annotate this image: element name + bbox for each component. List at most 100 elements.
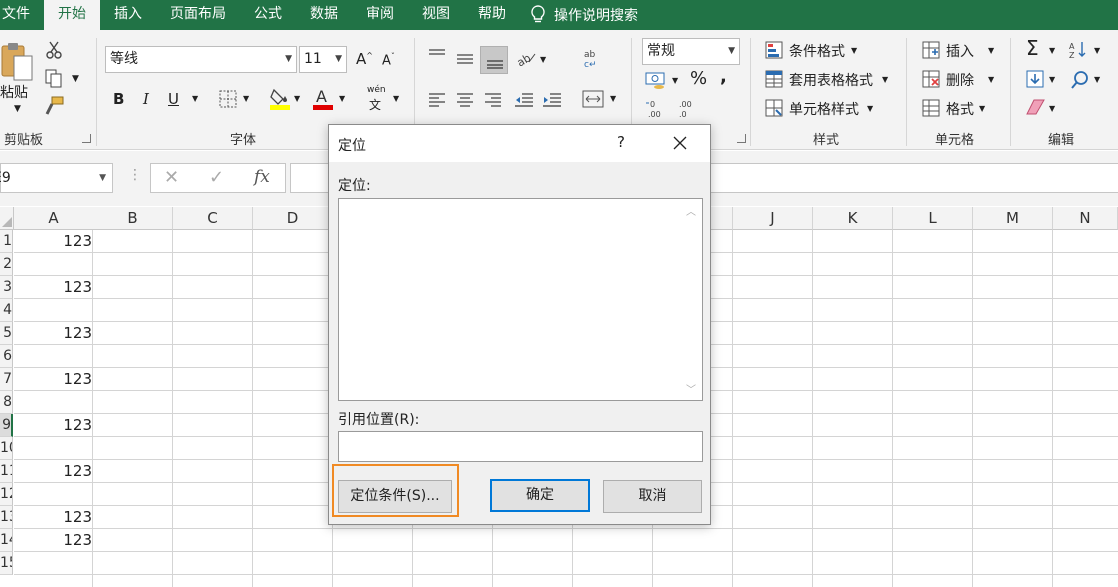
accounting-format-icon[interactable] [645,70,667,90]
cell-styles-dropdown-icon[interactable]: ▼ [867,104,873,113]
align-bottom-button[interactable] [480,46,508,74]
row-header-6[interactable]: 6 [0,345,13,368]
insert-function-icon[interactable]: fx [254,167,270,187]
tab-help[interactable]: 帮助 [464,0,520,30]
row-header-1[interactable]: 1 [0,230,13,253]
sort-filter-icon[interactable]: AZ [1068,40,1090,60]
paste-icon[interactable] [0,40,34,82]
accounting-dropdown-icon[interactable]: ▼ [672,76,678,85]
paste-label[interactable]: 粘贴 [0,82,28,102]
delete-dropdown-icon[interactable]: ▼ [988,75,994,84]
fill-color-dropdown-icon[interactable]: ▼ [294,94,300,103]
format-cells-label[interactable]: 格式 [946,99,974,119]
italic-icon[interactable]: I [143,90,149,108]
conditional-formatting-icon[interactable] [765,41,783,59]
row-header-3[interactable]: 3 [0,276,13,299]
percent-icon[interactable]: % [690,68,707,89]
tell-me-search[interactable]: 操作说明搜索 [520,5,638,25]
cell-a5[interactable]: 123 [14,322,92,344]
row-header-14[interactable]: 14 [0,529,13,552]
table-format-dropdown-icon[interactable]: ▼ [882,75,888,84]
cell-a14[interactable]: 123 [14,529,92,551]
cell-a1[interactable]: 123 [14,230,92,252]
tab-view[interactable]: 视图 [408,0,464,30]
grow-font-icon[interactable]: A^ [356,50,373,68]
delete-cells-icon[interactable] [922,70,940,88]
row-header-11[interactable]: 11 [0,460,13,483]
cell-a9[interactable]: 123 [14,414,92,436]
cell-a7[interactable]: 123 [14,368,92,390]
format-as-table-icon[interactable] [765,70,783,88]
column-header-m[interactable]: M [973,207,1053,230]
paste-dropdown-icon[interactable]: ▼ [14,104,21,114]
align-middle-icon[interactable] [456,52,474,66]
row-header-4[interactable]: 4 [0,299,13,322]
column-header-l[interactable]: L [893,207,973,230]
number-format-select[interactable]: 常规 ▼ [642,38,740,65]
row-header-10[interactable]: 10 [0,437,13,460]
row-header-7[interactable]: 7 [0,368,13,391]
insert-dropdown-icon[interactable]: ▼ [988,46,994,55]
scroll-up-icon[interactable]: ︿ [686,203,696,218]
find-select-icon[interactable] [1070,70,1090,90]
goto-list[interactable]: ︿ ﹀ [338,198,703,401]
copy-icon[interactable] [44,68,64,88]
reference-input[interactable] [338,431,703,462]
format-as-table-label[interactable]: 套用表格格式 [789,70,873,90]
cancel-button[interactable]: 取消 [603,480,702,513]
underline-dropdown-icon[interactable]: ▼ [192,94,198,103]
column-header-k[interactable]: K [813,207,893,230]
font-size-select[interactable]: 11 ▼ [299,46,347,73]
fill-dropdown-icon[interactable]: ▼ [1049,75,1055,84]
delete-cells-label[interactable]: 删除 [946,70,974,90]
column-header-b[interactable]: B [93,207,173,230]
increase-decimal-icon[interactable]: 0.00 [645,98,667,120]
fill-down-icon[interactable] [1026,70,1044,88]
row-header-2[interactable]: 2 [0,253,13,276]
row-header-12[interactable]: 12 [0,483,13,506]
borders-dropdown-icon[interactable]: ▼ [243,94,249,103]
underline-icon[interactable]: U [168,90,179,108]
orientation-icon[interactable]: ab [515,48,537,68]
clear-dropdown-icon[interactable]: ▼ [1049,104,1055,113]
format-painter-icon[interactable] [44,96,64,116]
find-dropdown-icon[interactable]: ▼ [1094,75,1100,84]
align-center-icon[interactable] [456,92,474,108]
tab-home[interactable]: 开始 [44,0,100,30]
align-left-icon[interactable] [428,92,446,108]
align-right-icon[interactable] [484,92,502,108]
increase-indent-icon[interactable] [542,92,562,108]
decrease-indent-icon[interactable] [514,92,534,108]
borders-icon[interactable] [219,90,237,108]
fill-color-icon[interactable] [269,86,291,110]
goto-special-button[interactable]: 定位条件(S)... [338,480,452,513]
row-header-5[interactable]: 5 [0,322,13,345]
font-name-select[interactable]: 等线 ▼ [105,46,297,73]
ok-button[interactable]: 确定 [490,479,590,512]
row-header-15[interactable]: 15 [0,552,13,575]
cell-a3[interactable]: 123 [14,276,92,298]
column-header-c[interactable]: C [173,207,253,230]
bold-icon[interactable]: B [113,90,124,108]
column-header-d[interactable]: D [253,207,333,230]
cell-styles-label[interactable]: 单元格样式 [789,99,859,119]
alignment-launcher-icon[interactable] [737,134,746,143]
autosum-dropdown-icon[interactable]: ▼ [1049,46,1055,55]
row-header-13[interactable]: 13 [0,506,13,529]
decrease-decimal-icon[interactable]: .00.0 [674,98,696,120]
clipboard-launcher-icon[interactable] [82,134,91,143]
close-icon[interactable] [673,136,687,150]
comma-style-icon[interactable]: , [720,66,727,87]
tab-data[interactable]: 数据 [296,0,352,30]
align-top-icon[interactable] [428,48,446,62]
tab-insert[interactable]: 插入 [100,0,156,30]
column-header-n[interactable]: N [1053,207,1118,230]
cell-a11[interactable]: 123 [14,460,92,482]
shrink-font-icon[interactable]: Aˇ [382,52,395,68]
orientation-dropdown-icon[interactable]: ▼ [540,55,546,64]
font-color-icon[interactable]: A [312,86,334,110]
name-box[interactable]: E9 ▼ [0,163,113,193]
font-color-dropdown-icon[interactable]: ▼ [339,94,345,103]
cancel-entry-icon[interactable]: ✕ [164,167,179,188]
format-cells-icon[interactable] [922,99,940,117]
